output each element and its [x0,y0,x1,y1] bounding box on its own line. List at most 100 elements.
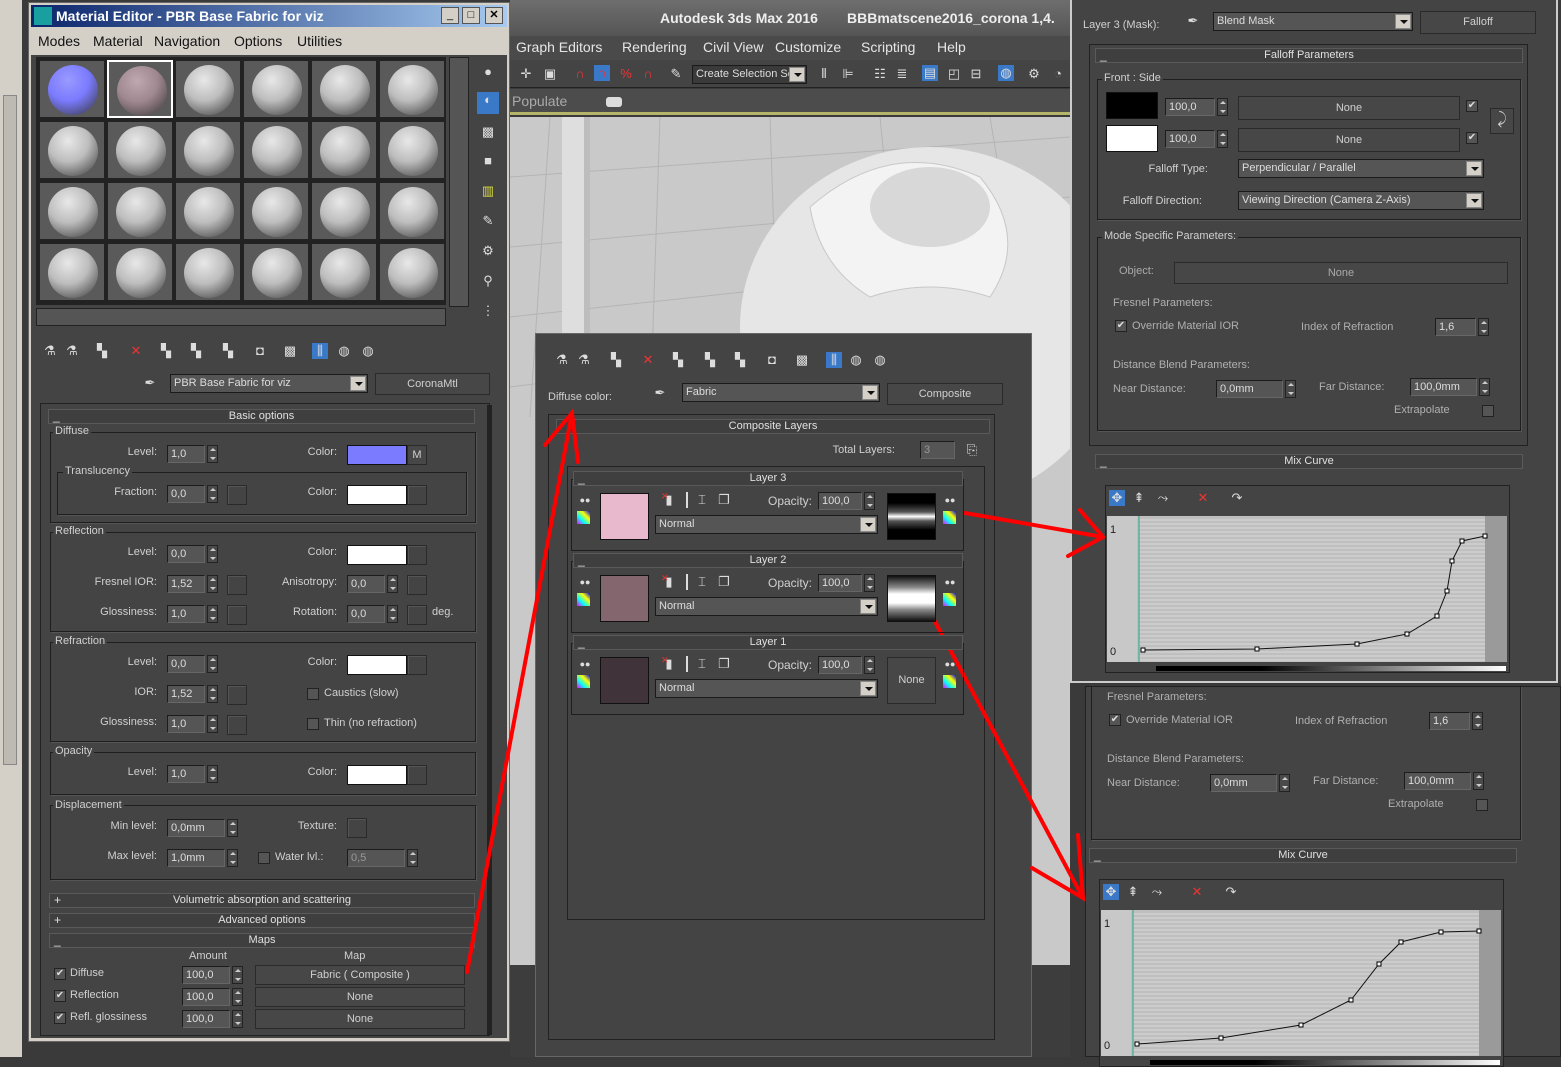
spinner-arrows-icon[interactable] [387,605,398,623]
map-name-field[interactable]: Fabric [682,383,880,402]
map-amount-spinner[interactable]: 100,0 [182,966,243,984]
reflection-glossiness-map-button[interactable] [227,605,247,625]
front-map-button[interactable]: None [1238,96,1460,120]
menu-utilities[interactable]: Utilities [297,33,342,49]
sample-type-icon[interactable]: ● [480,64,496,80]
value[interactable]: 100,0 [1165,98,1215,116]
falloff-type-dropdown[interactable]: Perpendicular / Parallel [1238,159,1484,178]
opacity-color-swatch[interactable] [347,765,407,785]
curve-control-point[interactable] [1404,631,1410,637]
visibility-icon[interactable]: ●● [577,492,593,508]
rollout-mix-curve-lower[interactable]: _ Mix Curve [1089,848,1517,863]
min-level-spinner[interactable]: 0,0mm [167,819,238,837]
translucency-map-button[interactable] [407,485,427,505]
value[interactable]: 100,0 [818,574,862,592]
blend-mode-dropdown[interactable]: Normal [655,515,878,534]
translucency-color-swatch[interactable] [347,485,407,505]
curve-control-point[interactable] [1354,641,1360,647]
rename-layer-icon[interactable]: ⌶ [694,656,710,672]
layer-opacity-spinner[interactable]: 100,0 [818,492,875,510]
value[interactable]: 100,0 [182,1010,230,1028]
map-enable-checkbox[interactable]: ✔ [54,968,66,980]
mask-visibility-icon[interactable]: ●● [942,574,958,590]
spinner-arrows-icon[interactable] [864,574,875,592]
spinner-arrows-icon[interactable] [207,715,218,733]
material-sample-slot[interactable] [175,60,241,118]
rollout-falloff-parameters[interactable]: _ Falloff Parameters [1095,48,1523,63]
object-pick-button[interactable]: None [1174,262,1508,284]
make-copy-icon[interactable]: ▚ [158,343,174,359]
value[interactable]: 100,0 [182,988,230,1006]
go-forward-sibling-icon[interactable]: ◍ [872,352,888,368]
delete-layer-icon[interactable]: ✕ ▮ [661,491,677,508]
curve-control-point[interactable] [1398,939,1404,945]
visibility-icon[interactable]: ●● [577,574,593,590]
sample-uv-tiling-icon[interactable]: ■ [480,153,496,169]
fraction-map-button[interactable] [227,485,247,505]
mirror-icon[interactable]: ⫴ [816,66,832,82]
delete-layer-icon[interactable]: ✕ ▮ [661,655,677,672]
insert-point-icon[interactable]: ⤳ [1149,884,1165,900]
curve-control-point[interactable] [1444,588,1450,594]
layer-rollout-header[interactable]: _ Layer 2 [573,553,963,568]
value[interactable]: 0,0mm [1216,380,1283,398]
duplicate-layer-icon[interactable]: ❐ [716,574,732,590]
curve-control-point[interactable] [1348,997,1354,1003]
layer-opacity-spinner[interactable]: 100,0 [818,574,875,592]
schematic-view-icon[interactable]: ⊟ [968,66,984,82]
layer-mask-thumbnail[interactable] [887,575,936,622]
value[interactable]: 0,0 [347,575,385,593]
ior-spinner[interactable]: 1,52 [167,685,218,703]
spinner-arrows-icon[interactable] [227,849,238,867]
ribbon-toggle-icon[interactable] [606,97,622,107]
front-amount-spinner[interactable]: 100,0 [1165,98,1228,116]
spinner-arrows-icon[interactable] [207,605,218,623]
far-distance-spinner[interactable]: 100,0mm [1410,378,1490,396]
curve-control-point[interactable] [1434,613,1440,619]
menu-scripting[interactable]: Scripting [861,39,915,55]
mask-color-correct-icon[interactable] [943,593,956,606]
layer-rollout-header[interactable]: _ Layer 3 [573,471,963,486]
material-sample-slot[interactable] [175,121,241,179]
value[interactable]: 0,0 [167,485,205,503]
render-frame-icon[interactable]: ◔ [1050,66,1066,82]
rollout-advanced[interactable]: + Advanced options [49,913,475,928]
align-icon[interactable]: ⊫ [840,66,856,82]
value[interactable]: 0,0 [347,605,385,623]
value[interactable]: 1,0 [167,445,205,463]
reset-map-icon[interactable]: ✕ [128,343,144,359]
move-point-icon[interactable]: ✥ [1109,490,1125,506]
show-map-icon[interactable]: ▩ [282,343,298,359]
assign-to-selection-icon[interactable]: ▚ [94,343,110,359]
curve-control-point[interactable] [1438,929,1444,935]
angle-snap-icon[interactable]: ∩ [594,65,610,81]
material-sample-slot[interactable] [311,60,377,118]
anisotropy-map-button[interactable] [407,575,427,595]
mask-color-correct-icon[interactable] [943,511,956,524]
map-amount-spinner[interactable]: 100,0 [182,988,243,1006]
put-to-library-icon[interactable]: ▚ [220,343,236,359]
ior-spinner[interactable]: 1,6 [1435,318,1489,336]
scale-point-icon[interactable]: ⇞ [1131,490,1147,506]
diffuse-map-button[interactable]: M [407,445,427,465]
material-sample-slot[interactable] [175,182,241,240]
color-correct-icon[interactable] [577,593,590,606]
material-sample-slot[interactable] [39,182,105,240]
percent-snap-icon[interactable]: % [618,66,634,82]
material-sample-slot[interactable] [311,121,377,179]
map-enable-checkbox[interactable]: ✔ [54,1012,66,1024]
falloff-name-field[interactable]: Blend Mask [1213,12,1413,31]
minimize-button[interactable]: _ [441,7,459,24]
material-sample-slot[interactable] [107,243,173,301]
mix-curve-graph[interactable] [1101,910,1501,1056]
spinner-arrows-icon[interactable] [864,656,875,674]
material-id-icon[interactable]: ◘ [252,343,268,359]
spinner-arrows-icon[interactable] [207,765,218,783]
visibility-icon[interactable]: ●● [577,656,593,672]
fresnel-map-button[interactable] [227,575,247,595]
spinner-arrows-icon[interactable] [232,966,243,984]
value[interactable]: 1,6 [1435,318,1476,336]
put-to-scene-icon[interactable]: ⚗ [576,352,592,368]
material-sample-slot[interactable] [39,121,105,179]
side-amount-spinner[interactable]: 100,0 [1165,130,1228,148]
